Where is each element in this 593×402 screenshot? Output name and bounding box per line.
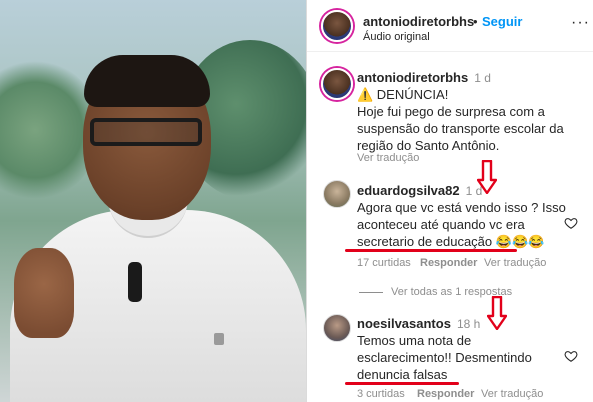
audio-label[interactable]: Áudio original [363, 31, 430, 43]
more-icon[interactable]: ··· [571, 14, 590, 32]
shirt-logo [214, 333, 224, 345]
comment-header: noesilvasantos 18 h [357, 315, 480, 333]
commenter-avatar[interactable] [323, 314, 351, 342]
commenter-avatar[interactable] [323, 180, 351, 208]
lapel-mic [128, 262, 142, 302]
underline-annotation [345, 249, 517, 252]
caption-line: Hoje fui pego de surpresa com a [357, 104, 545, 119]
comment-translate-link[interactable]: Ver tradução [481, 388, 543, 400]
caption-translate-link[interactable]: Ver tradução [357, 152, 419, 164]
comment-time: 18 h [456, 317, 481, 331]
caption-line: ⚠️ DENÚNCIA! [357, 87, 449, 102]
author-avatar[interactable] [321, 10, 353, 42]
caption-header: antoniodiretorbhs 1 d [357, 69, 491, 87]
comment-translate-link[interactable]: Ver tradução [484, 257, 546, 269]
post-header: antoniodiretorbhs • Seguir Áudio origina… [307, 0, 593, 52]
comment-line: Agora que vc está vendo isso ? Isso [357, 200, 566, 215]
caption-line: suspensão do transporte escolar da [357, 121, 564, 136]
comment-line: Temos uma nota de [357, 333, 472, 348]
comment-likes[interactable]: 3 curtidas [357, 388, 405, 400]
replies-divider [359, 291, 383, 293]
comment-likes[interactable]: 17 curtidas [357, 257, 411, 269]
comment-line: esclarecimento!! Desmentindo [357, 350, 532, 365]
underline-annotation [345, 382, 459, 385]
follow-button[interactable]: Seguir [482, 14, 522, 29]
comment-username[interactable]: eduardogsilva82 [357, 183, 460, 198]
person-glasses [90, 118, 202, 146]
reply-button[interactable]: Responder [420, 257, 477, 269]
caption-username[interactable]: antoniodiretorbhs [357, 70, 468, 85]
person-hand [14, 248, 74, 338]
person-hair [84, 55, 210, 107]
post-side-panel: antoniodiretorbhs • Seguir Áudio origina… [306, 0, 593, 402]
comment-line: secretario de educação 😂😂😂 [357, 234, 545, 249]
down-arrow-annotation-icon [487, 296, 507, 330]
caption-author-avatar[interactable] [321, 68, 353, 100]
down-arrow-annotation-icon [477, 160, 497, 194]
author-username[interactable]: antoniodiretorbhs [363, 14, 474, 29]
comment-username[interactable]: noesilvasantos [357, 316, 451, 331]
video-frame[interactable] [0, 0, 306, 402]
separator-dot: • [473, 14, 478, 29]
heart-icon[interactable] [564, 216, 578, 230]
comment-header: eduardogsilva82 1 d [357, 182, 482, 200]
comment-line: denuncia falsas [357, 367, 448, 382]
caption-time: 1 d [474, 71, 491, 85]
reply-button[interactable]: Responder [417, 388, 474, 400]
heart-icon[interactable] [564, 349, 578, 363]
comment-line: aconteceu até quando vc era [357, 217, 525, 232]
